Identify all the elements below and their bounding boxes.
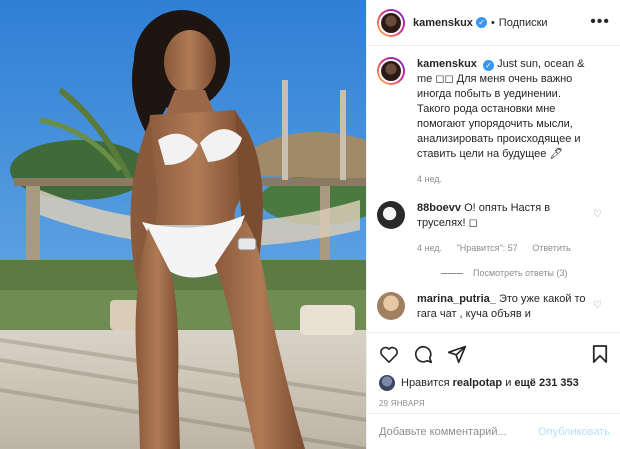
comment-input[interactable] bbox=[379, 425, 539, 438]
following-button[interactable]: Подписки bbox=[499, 17, 548, 29]
post-side-panel: kamenskux ✓ • Подписки ••• kamenskux ✓ J… bbox=[366, 0, 620, 449]
like-heart-icon[interactable] bbox=[379, 345, 399, 363]
beach-photo-illustration bbox=[0, 0, 366, 449]
caption-avatar[interactable] bbox=[377, 57, 405, 85]
post-header: kamenskux ✓ • Подписки ••• bbox=[367, 0, 620, 46]
publish-button[interactable]: Опубликовать bbox=[538, 426, 610, 438]
caption-username[interactable]: kamenskux bbox=[417, 58, 477, 70]
comment-item: 88boevv О! опять Настя в труселях! ◻ 4 н… bbox=[377, 201, 610, 256]
share-send-icon[interactable] bbox=[447, 344, 467, 364]
reply-button[interactable]: Ответить bbox=[532, 243, 570, 253]
caption-time[interactable]: 4 нед. bbox=[417, 174, 442, 184]
comment-like-heart-icon[interactable]: ♡ bbox=[593, 300, 602, 311]
commenter-avatar[interactable] bbox=[377, 292, 405, 320]
likes-connector: и bbox=[505, 377, 512, 389]
caption: kamenskux ✓ Just sun, ocean & me ◻◻ Для … bbox=[377, 57, 610, 187]
verified-badge-icon: ✓ bbox=[483, 60, 494, 71]
likes-prefix: Нравится bbox=[401, 377, 450, 389]
caption-text: Just sun, ocean & me ◻◻ Для меня очень в… bbox=[417, 58, 585, 160]
liker-username[interactable]: realpotap bbox=[453, 377, 503, 389]
verified-badge-icon: ✓ bbox=[475, 17, 487, 28]
commenter-username[interactable]: marina_putria_ bbox=[417, 293, 496, 305]
more-options-icon[interactable]: ••• bbox=[590, 13, 610, 31]
post-photo[interactable] bbox=[0, 0, 366, 449]
view-replies-button[interactable]: Посмотреть ответы (3) bbox=[441, 268, 610, 278]
comment-likes[interactable]: "Нравится": 57 bbox=[457, 243, 518, 253]
divider-line bbox=[441, 272, 463, 274]
commenter-avatar[interactable] bbox=[377, 201, 405, 229]
view-replies-label: Посмотреть ответы (3) bbox=[473, 268, 568, 278]
commenter-username[interactable]: 88boevv bbox=[417, 202, 461, 214]
add-comment-bar: Опубликовать bbox=[367, 413, 620, 449]
comment-bubble-icon[interactable] bbox=[413, 344, 433, 364]
comments-list[interactable]: kamenskux ✓ Just sun, ocean & me ◻◻ Для … bbox=[367, 47, 620, 332]
liker-avatar[interactable] bbox=[379, 375, 395, 391]
likes-summary: Нравится realpotap и ещё 231 353 bbox=[379, 375, 608, 391]
author-username[interactable]: kamenskux bbox=[413, 17, 473, 29]
comment-like-heart-icon[interactable]: ♡ bbox=[593, 209, 602, 220]
save-bookmark-icon[interactable] bbox=[592, 344, 608, 364]
comment-item: marina_putria_ Это уже какой то гага чат… bbox=[377, 292, 610, 322]
likes-count[interactable]: ещё 231 353 bbox=[514, 377, 578, 389]
separator-dot: • bbox=[490, 16, 495, 29]
instagram-post: kamenskux ✓ • Подписки ••• kamenskux ✓ J… bbox=[0, 0, 620, 449]
post-date[interactable]: 29 ЯНВАРЯ bbox=[379, 399, 608, 408]
comment-time[interactable]: 4 нед. bbox=[417, 243, 442, 253]
author-avatar[interactable] bbox=[377, 8, 405, 37]
